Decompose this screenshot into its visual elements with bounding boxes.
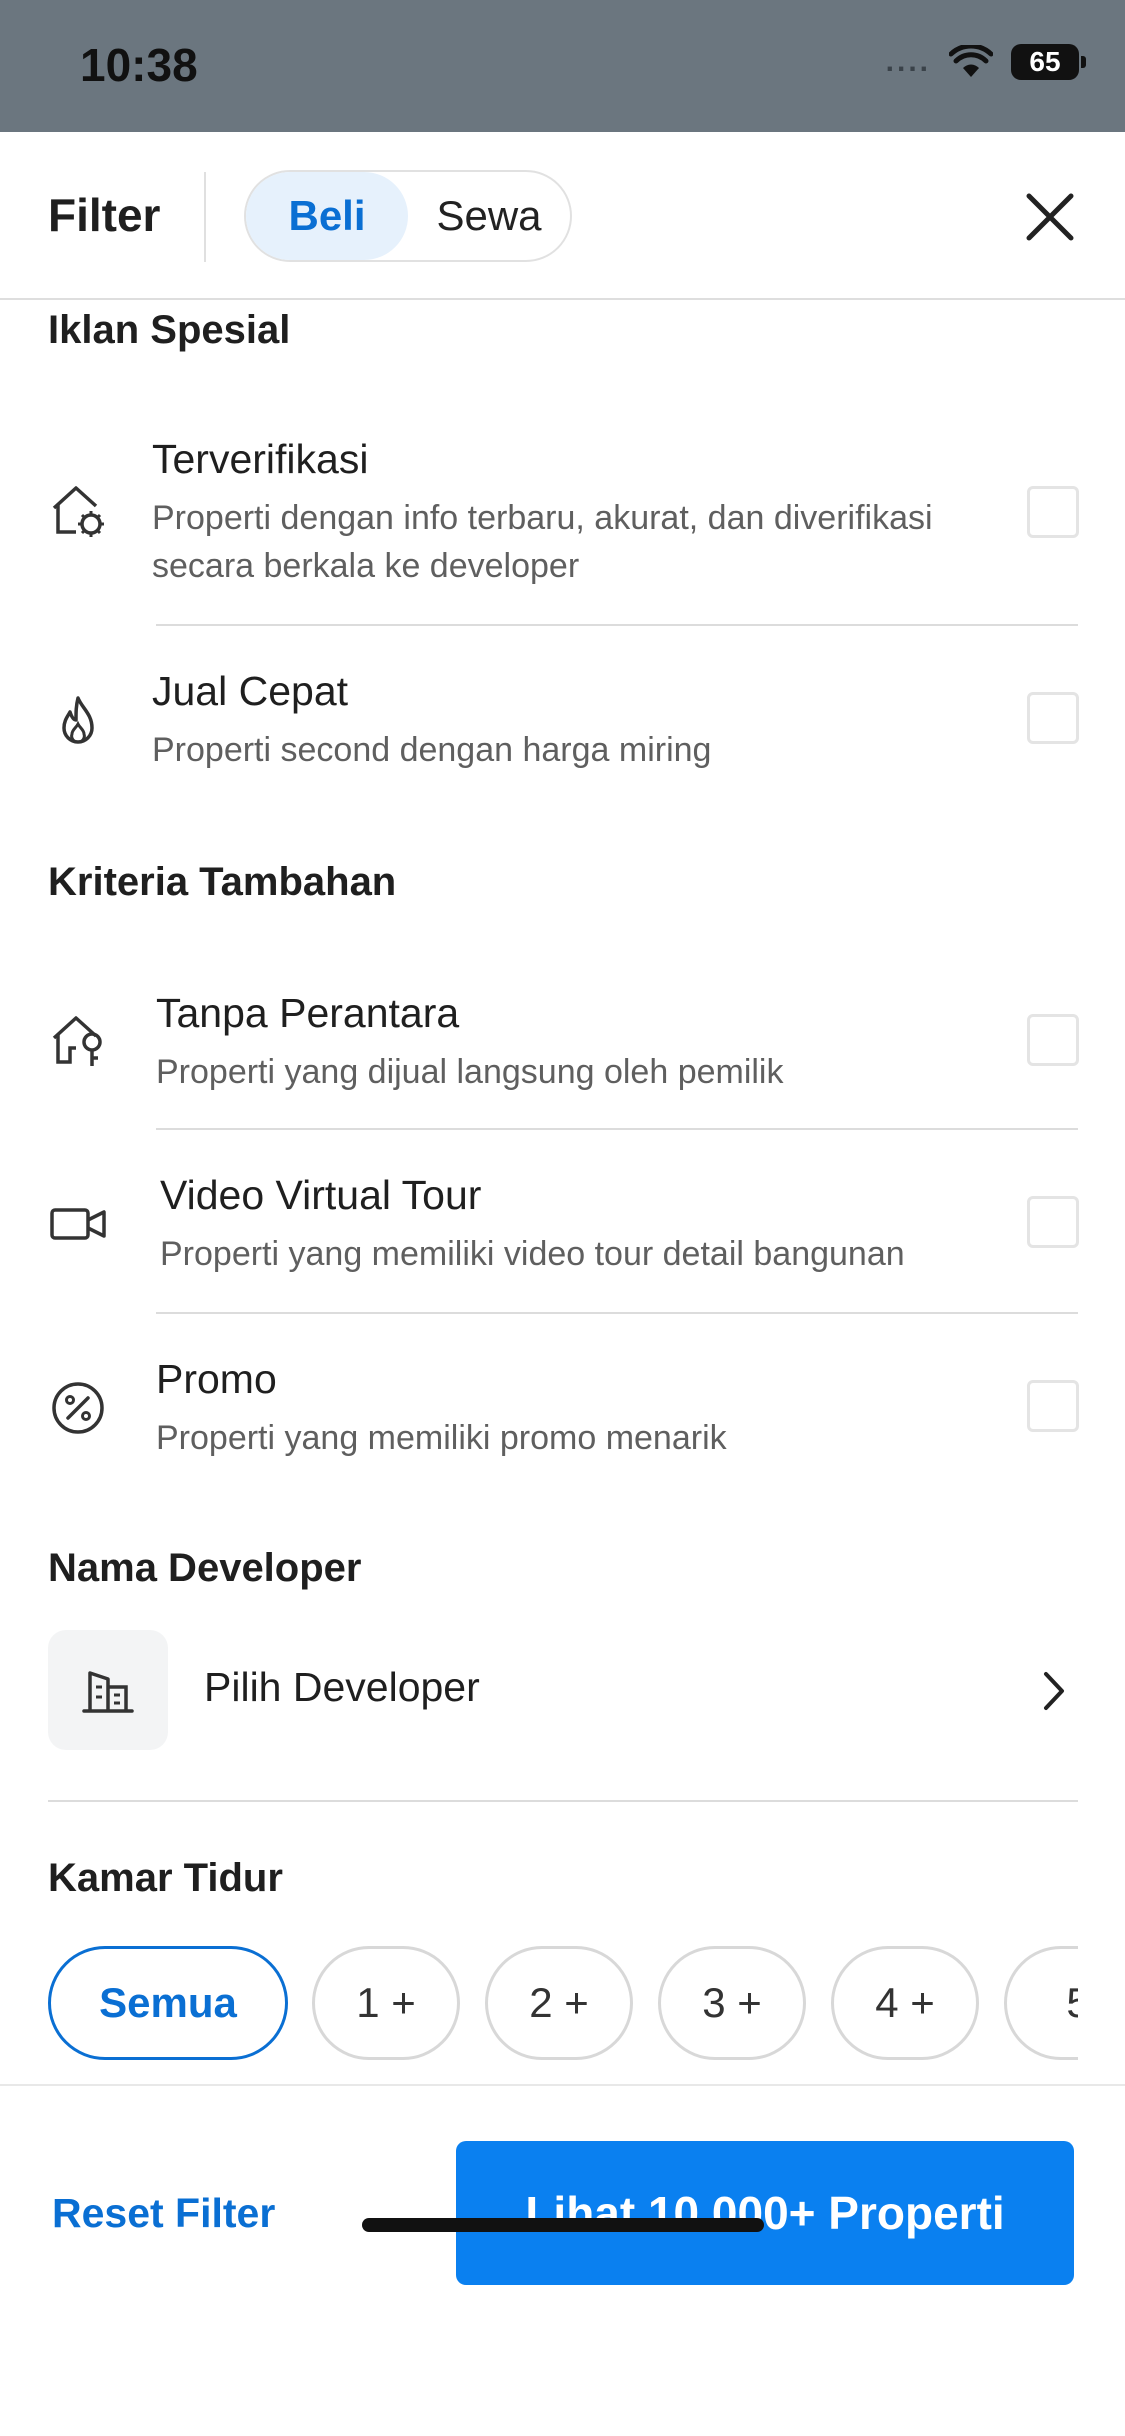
page-title: Filter: [48, 189, 161, 241]
checkbox-promo[interactable]: [1027, 1380, 1079, 1432]
bedroom-chips: Semua 1 + 2 + 3 + 4 + 5: [48, 1944, 1078, 2064]
buy-rent-toggle: Beli Sewa: [244, 170, 572, 262]
discount-icon: [52, 1382, 104, 1434]
wifi-icon: [949, 45, 993, 77]
chip-4-plus[interactable]: 4 +: [831, 1946, 979, 2060]
option-title: Video Virtual Tour: [160, 1172, 482, 1218]
option-desc: Properti second dengan harga miring: [152, 731, 712, 769]
divider: [156, 624, 1078, 626]
verified-house-icon: [52, 486, 104, 537]
chip-1-plus[interactable]: 1 +: [312, 1946, 460, 2060]
status-bar: 10:38 .... 65: [0, 0, 1125, 132]
option-title: Tanpa Perantara: [156, 990, 460, 1036]
checkbox-jual-cepat[interactable]: [1027, 692, 1079, 744]
status-icons: .... 65: [885, 44, 1086, 80]
close-icon[interactable]: [1015, 182, 1085, 252]
flame-icon: [62, 696, 94, 744]
option-desc: Properti yang memiliki video tour detail…: [160, 1235, 905, 1273]
checkbox-tanpa-perantara[interactable]: [1027, 1014, 1079, 1066]
option-title: Terverifikasi: [152, 436, 369, 482]
show-properties-button[interactable]: Lihat 10.000+ Properti: [456, 2141, 1074, 2285]
option-title: Promo: [156, 1356, 277, 1402]
chevron-right-icon: [1044, 1672, 1064, 1710]
section-title-nama-developer: Nama Developer: [48, 1546, 362, 1590]
video-camera-icon: [50, 1208, 106, 1240]
reset-filter-button[interactable]: Reset Filter: [52, 2190, 275, 2237]
option-desc: Properti dengan info terbaru, akurat, da…: [152, 499, 933, 537]
chip-5-plus[interactable]: 5: [1004, 1946, 1078, 2060]
chip-3-plus[interactable]: 3 +: [658, 1946, 806, 2060]
checkbox-video-virtual-tour[interactable]: [1027, 1196, 1079, 1248]
option-title: Jual Cepat: [152, 668, 349, 714]
option-desc: Properti yang memiliki promo menarik: [156, 1419, 727, 1457]
header-divider: [204, 172, 206, 262]
developer-select-label: Pilih Developer: [204, 1664, 480, 1710]
select-developer-row[interactable]: Pilih Developer: [0, 1630, 1125, 1754]
filter-header: Filter Beli Sewa: [0, 132, 1125, 300]
building-icon: [82, 1671, 134, 1713]
checkbox-terverifikasi[interactable]: [1027, 486, 1079, 538]
house-key-icon: [52, 1016, 102, 1066]
signal-icon: ....: [885, 45, 931, 78]
developer-icon-box: [48, 1630, 168, 1750]
section-title-iklan-spesial: Iklan Spesial: [48, 308, 291, 352]
option-desc: Properti yang dijual langsung oleh pemil…: [156, 1053, 784, 1091]
chip-semua[interactable]: Semua: [48, 1946, 288, 2060]
chip-2-plus[interactable]: 2 +: [485, 1946, 633, 2060]
section-title-kriteria-tambahan: Kriteria Tambahan: [48, 860, 397, 904]
status-time: 10:38: [80, 39, 198, 91]
option-desc: secara berkala ke developer: [152, 547, 580, 585]
divider: [156, 1312, 1078, 1314]
filter-footer: Reset Filter Lihat 10.000+ Properti: [0, 2084, 1125, 2436]
divider: [48, 1800, 1078, 1802]
divider: [156, 1128, 1078, 1130]
battery-icon: 65: [1011, 44, 1086, 80]
home-indicator: [362, 2218, 764, 2232]
section-title-kamar-tidur: Kamar Tidur: [48, 1856, 283, 1900]
tab-sewa[interactable]: Sewa: [408, 172, 570, 260]
tab-beli[interactable]: Beli: [246, 172, 408, 260]
